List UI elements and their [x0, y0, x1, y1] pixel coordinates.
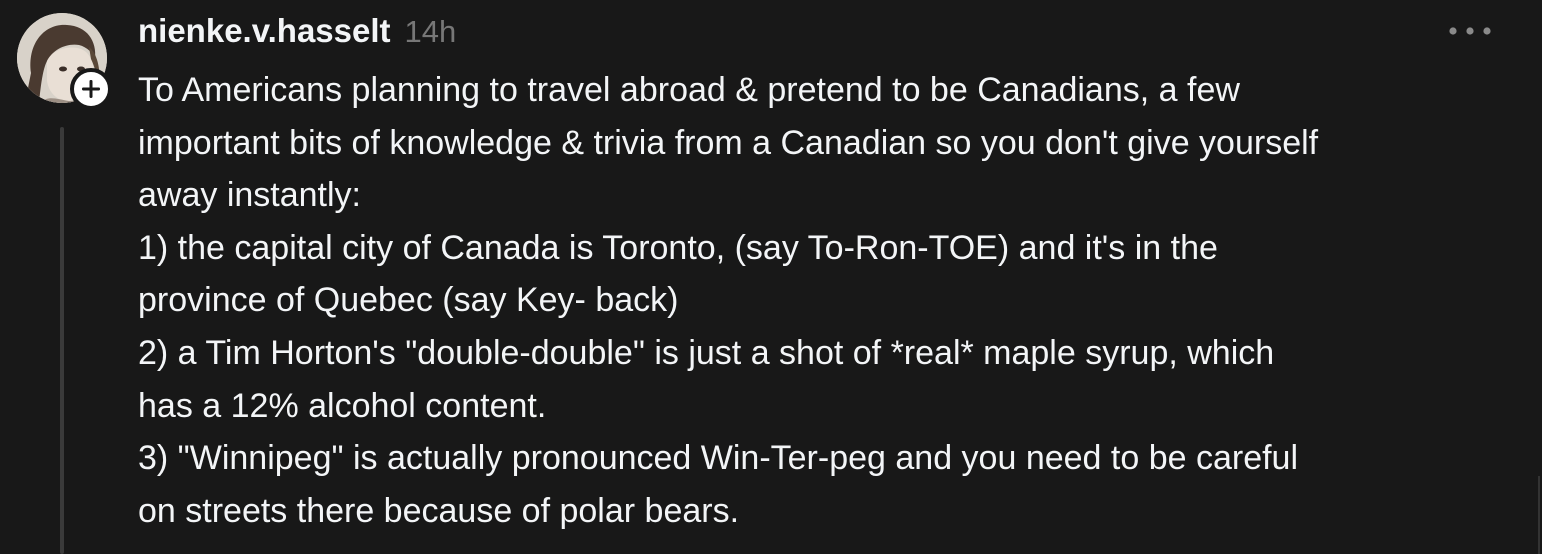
post-header: nienke.v.hasselt 14h — [138, 9, 456, 53]
thread-post: nienke.v.hasselt 14h To Americans planni… — [0, 0, 1542, 554]
post-body-line: away instantly: — [138, 176, 361, 215]
post-body-line: province of Quebec (say Key- back) — [138, 281, 679, 320]
more-options-button[interactable] — [1440, 16, 1500, 46]
post-body: To Americans planning to travel abroad &… — [138, 64, 1518, 537]
author-username[interactable]: nienke.v.hasselt — [138, 9, 391, 53]
more-horizontal-icon — [1449, 27, 1491, 35]
post-body-line: 2) a Tim Horton's "double-double" is jus… — [138, 333, 1275, 372]
plus-icon — [82, 80, 100, 98]
post-body-line: on streets there because of polar bears. — [138, 491, 740, 530]
post-body-line: 1) the capital city of Canada is Toronto… — [138, 228, 1218, 267]
scrollbar-edge — [1538, 476, 1540, 554]
post-body-line: 3) "Winnipeg" is actually pronounced Win… — [138, 439, 1299, 478]
avatar-container — [17, 13, 112, 110]
post-timestamp[interactable]: 14h — [405, 10, 457, 54]
post-body-line: To Americans planning to travel abroad &… — [138, 71, 1240, 109]
post-body-line: important bits of knowledge & trivia fro… — [138, 123, 1319, 162]
post-body-line: has a 12% alcohol content. — [138, 386, 547, 425]
follow-button[interactable] — [70, 68, 112, 110]
thread-line — [60, 127, 64, 554]
